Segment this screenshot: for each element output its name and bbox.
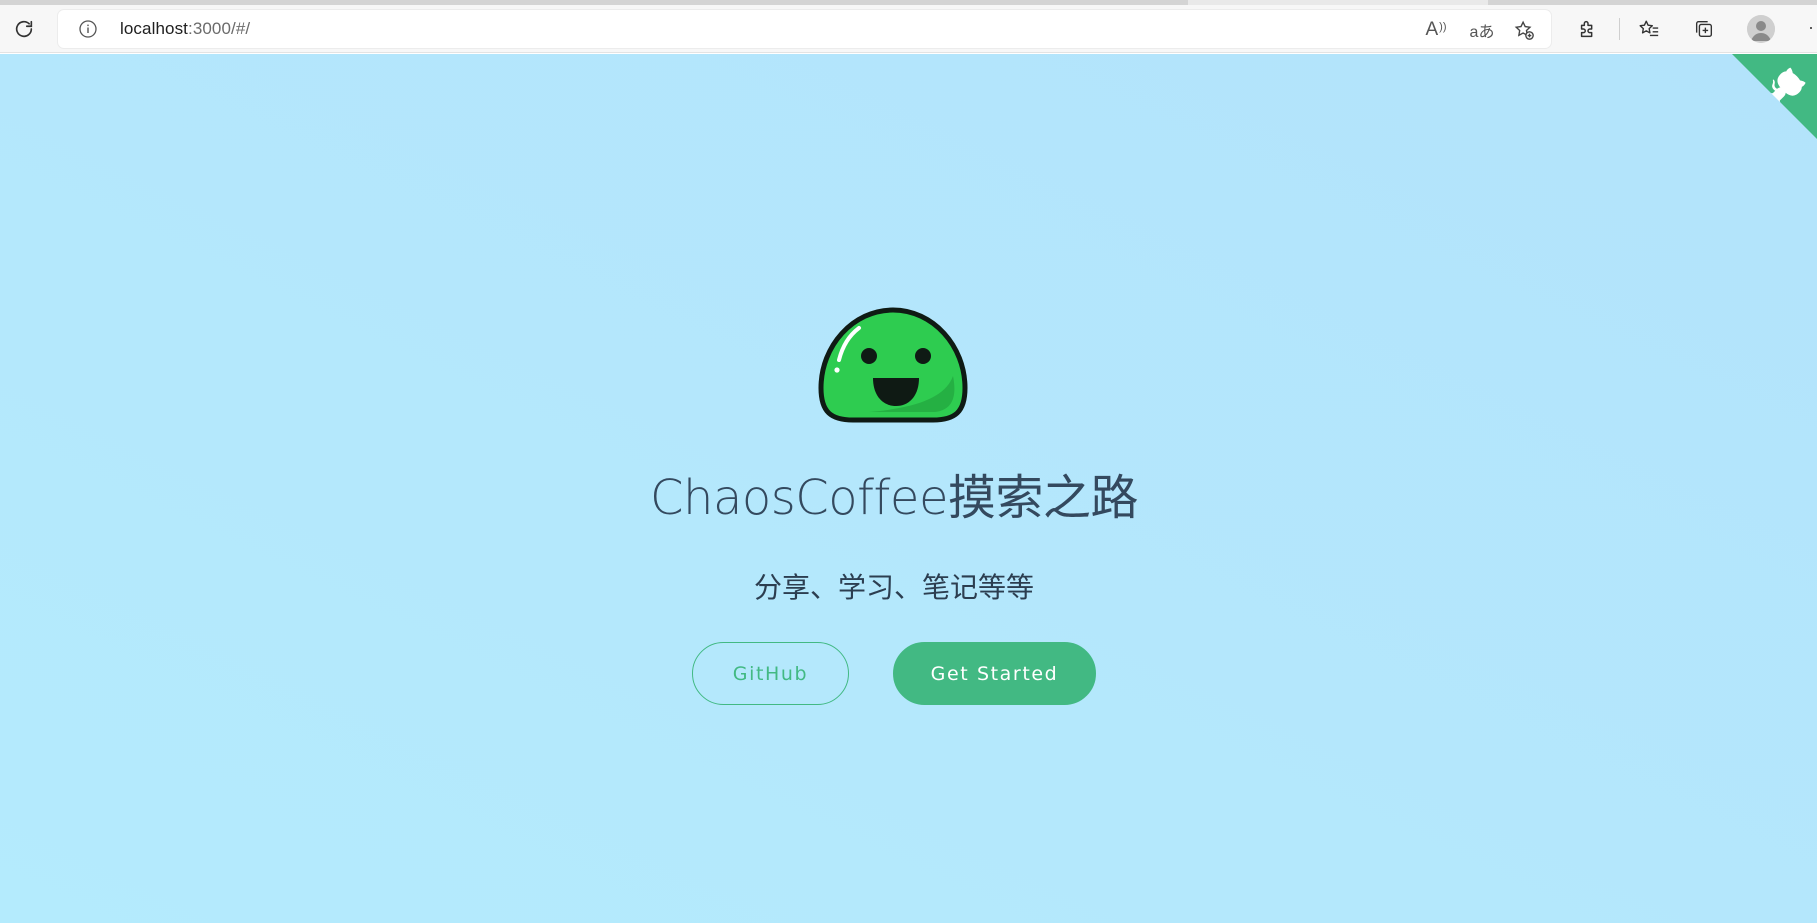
cover-section: ChaosCoffee摸索之路 分享、学习、笔记等等 GitHub Get St…: [0, 54, 1817, 923]
more-icon[interactable]: ·: [1808, 17, 1814, 38]
url-path: :3000/#/: [188, 19, 251, 38]
profile-icon[interactable]: [1747, 15, 1775, 43]
get-started-button[interactable]: Get Started: [893, 642, 1096, 705]
read-aloud-icon[interactable]: A)): [1424, 18, 1448, 42]
tab-edge: [0, 0, 1188, 5]
url-host: localhost: [120, 19, 188, 38]
info-icon[interactable]: [78, 19, 98, 39]
favorites-icon[interactable]: [1635, 15, 1663, 43]
reload-icon[interactable]: [10, 15, 38, 43]
extensions-icon[interactable]: [1574, 15, 1602, 43]
browser-toolbar: localhost:3000/#/ A)) aあ ·: [0, 0, 1817, 53]
translate-glyph: aあ: [1469, 24, 1495, 41]
collections-icon[interactable]: [1690, 15, 1718, 43]
read-aloud-glyph: A: [1425, 19, 1439, 40]
tab-strip: [0, 0, 1817, 5]
github-corner-icon[interactable]: [1732, 54, 1817, 139]
page-viewport: ChaosCoffee摸索之路 分享、学习、笔记等等 GitHub Get St…: [0, 54, 1817, 923]
add-favorite-icon[interactable]: [1512, 18, 1536, 42]
page-tagline: 分享、学习、笔记等等: [753, 571, 1034, 604]
slime-logo: [815, 306, 971, 426]
translate-icon[interactable]: aあ: [1467, 18, 1497, 42]
url-text[interactable]: localhost:3000/#/: [120, 19, 250, 39]
github-button[interactable]: GitHub: [692, 642, 849, 705]
tab-edge: [1488, 0, 1817, 5]
page-title: ChaosCoffee摸索之路: [650, 470, 1138, 526]
address-bar[interactable]: localhost:3000/#/ A)) aあ: [58, 10, 1551, 48]
toolbar-divider: [1619, 18, 1620, 40]
